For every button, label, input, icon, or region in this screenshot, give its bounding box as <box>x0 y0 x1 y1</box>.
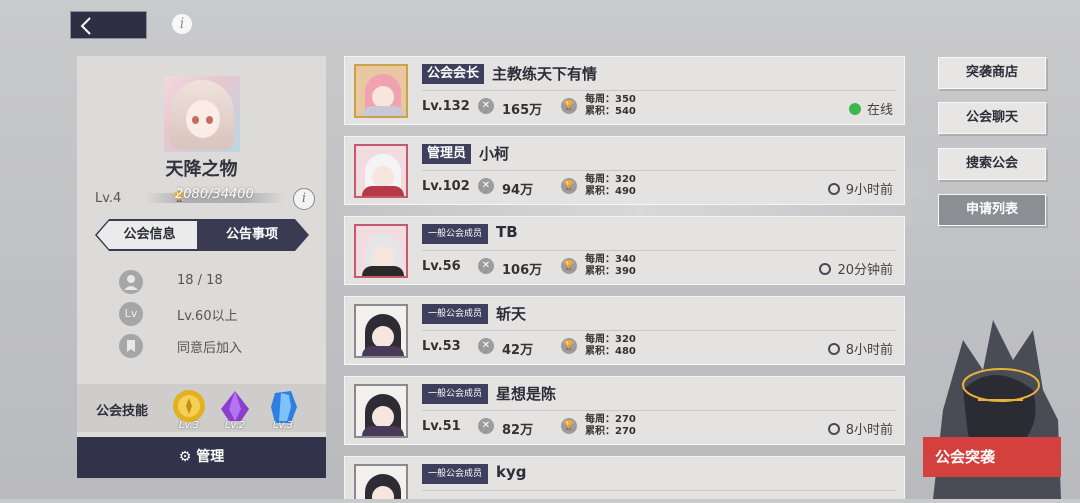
guild-level: Lv.4 <box>95 191 122 206</box>
member-name: 斩天 <box>496 305 527 323</box>
list-item[interactable]: 公会会长 主教练天下有情 Lv.132 ✕ 165万 🏆 每周：350 累积：54… <box>344 56 905 125</box>
role-badge: 管理员 <box>422 144 472 164</box>
member-power: 94万 <box>502 183 534 198</box>
trophy-icon: 🏆 <box>561 98 577 114</box>
member-name: TB <box>496 223 518 241</box>
gear-icon: ⚙ <box>178 449 192 465</box>
offline-dot-icon <box>827 423 840 435</box>
member-level: Lv.53 <box>422 339 461 354</box>
power-icon: ✕ <box>478 338 494 354</box>
members-count: 18 / 18 <box>177 273 223 288</box>
manage-label: 管理 <box>196 449 225 465</box>
member-avatar <box>354 64 408 118</box>
member-power: 106万 <box>502 263 543 278</box>
member-status: 在线 <box>848 99 893 118</box>
list-item[interactable]: 一般公会成员 TB Lv.56 ✕ 106万 🏆 每周：340 累积：390 20… <box>344 216 905 285</box>
member-list[interactable]: 公会会长 主教练天下有情 Lv.132 ✕ 165万 🏆 每周：350 累积：54… <box>344 56 905 499</box>
member-level: Lv.56 <box>422 259 461 274</box>
power-icon: ✕ <box>478 98 494 114</box>
power-icon: ✕ <box>478 178 494 194</box>
apply-list-button[interactable]: 申请列表 <box>938 194 1046 226</box>
member-level: Lv.132 <box>422 99 470 114</box>
trophy-icon: 🏆 <box>561 418 577 434</box>
member-status: 20分钟前 <box>819 259 893 278</box>
member-contribution: 每周：320 累积：490 <box>585 174 636 197</box>
bookmark-icon <box>119 334 143 358</box>
member-name: 主教练天下有情 <box>492 65 598 83</box>
role-badge: 一般公会成员 <box>422 224 489 244</box>
member-status: 8小时前 <box>827 419 893 438</box>
member-avatar <box>354 464 408 499</box>
role-badge: 公会会长 <box>422 64 485 84</box>
power-icon: ✕ <box>478 418 494 434</box>
role-badge: 一般公会成员 <box>422 384 489 404</box>
member-status: 9小时前 <box>827 179 893 198</box>
role-badge: 一般公会成员 <box>422 464 489 484</box>
member-status: 8小时前 <box>827 339 893 358</box>
guild-exp-text: 2080/34400 <box>175 187 254 202</box>
member-name: 小柯 <box>479 145 510 163</box>
trophy-icon: 🏆 <box>561 178 577 194</box>
member-avatar <box>354 304 408 358</box>
member-power: 42万 <box>502 343 534 358</box>
person-icon <box>119 270 143 294</box>
member-contribution: 每周：270 累积：270 <box>585 414 636 437</box>
power-icon: ✕ <box>478 258 494 274</box>
member-power: 82万 <box>502 423 534 438</box>
guild-name: 天降之物 <box>165 159 238 180</box>
guild-tabs: 公会信息 公告事项 <box>97 221 307 249</box>
trophy-icon: 🏆 <box>561 258 577 274</box>
list-item[interactable]: 一般公会成员 kyg <box>344 456 905 499</box>
role-badge: 一般公会成员 <box>422 304 489 324</box>
offline-dot-icon <box>827 343 840 355</box>
member-level: Lv.51 <box>422 419 461 434</box>
member-contribution: 每周：340 累积：390 <box>585 254 636 277</box>
tab-guild-notice[interactable]: 公告事项 <box>197 221 307 249</box>
exp-info-icon[interactable]: i <box>293 188 315 210</box>
guild-chat-button[interactable]: 公会聊天 <box>938 102 1046 134</box>
offline-dot-icon <box>819 263 832 275</box>
search-guild-button[interactable]: 搜索公会 <box>938 148 1046 180</box>
gold-coin-icon[interactable]: Lv.3 <box>169 387 209 431</box>
level-icon: Lv <box>119 302 143 326</box>
member-avatar <box>354 384 408 438</box>
level-requirement: Lv.60以上 <box>177 309 238 324</box>
member-name: 星想是陈 <box>496 385 557 403</box>
guild-skills: 公会技能 Lv.3 Lv.2 Lv.3 <box>77 384 326 432</box>
chevron-left-icon <box>80 17 91 35</box>
member-avatar <box>354 144 408 198</box>
online-dot-icon <box>848 103 861 115</box>
member-power: 165万 <box>502 103 543 118</box>
list-item[interactable]: 管理员 小柯 Lv.102 ✕ 94万 🏆 每周：320 累积：490 9小时前 <box>344 136 905 205</box>
raid-shop-button[interactable]: 突袭商店 <box>938 57 1046 89</box>
tab-guild-info[interactable]: 公会信息 <box>97 221 202 249</box>
info-icon[interactable]: i <box>172 14 192 34</box>
member-contribution: 每周：350 累积：540 <box>585 94 636 117</box>
offline-dot-icon <box>827 183 840 195</box>
list-item[interactable]: 一般公会成员 斩天 Lv.53 ✕ 42万 🏆 每周：320 累积：480 8小时… <box>344 296 905 365</box>
member-contribution: 每周：320 累积：480 <box>585 334 636 357</box>
member-name: kyg <box>496 463 527 481</box>
trophy-icon: 🏆 <box>561 338 577 354</box>
skills-label: 公会技能 <box>96 404 149 419</box>
purple-crystal-icon[interactable]: Lv.2 <box>215 387 255 431</box>
join-mode: 同意后加入 <box>177 341 243 356</box>
manage-button[interactable]: ⚙ 管理 <box>77 437 326 478</box>
list-item[interactable]: 一般公会成员 星想是陈 Lv.51 ✕ 82万 🏆 每周：270 累积：270 8… <box>344 376 905 445</box>
guild-avatar <box>164 76 240 152</box>
member-avatar <box>354 224 408 278</box>
guild-info-panel: 天降之物 Lv.4 🏆 2080/34400 i 公会信息 公告事项 18 / … <box>77 56 326 478</box>
back-button[interactable] <box>70 11 147 39</box>
blue-crystal-icon[interactable]: Lv.3 <box>263 387 303 431</box>
guild-raid-button[interactable]: 公会突袭 <box>923 437 1061 477</box>
member-level: Lv.102 <box>422 179 470 194</box>
